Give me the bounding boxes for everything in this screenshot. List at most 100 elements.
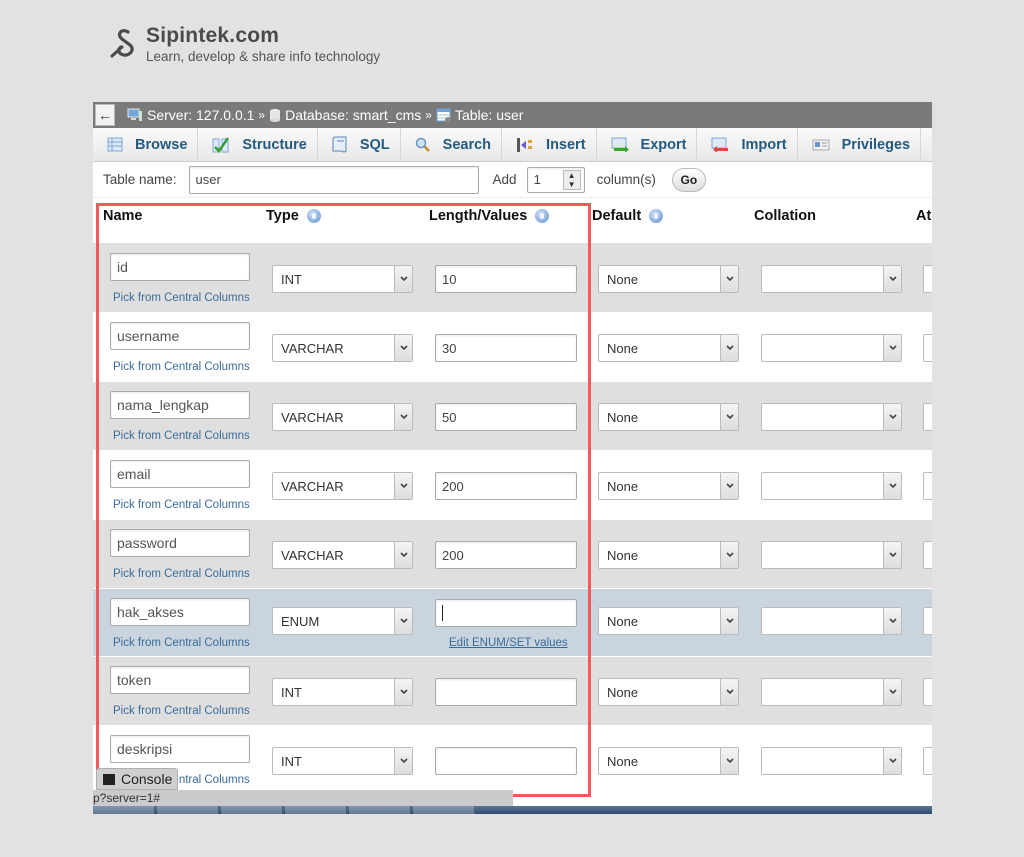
tab-browse[interactable]: Browse — [93, 128, 199, 161]
collation-select[interactable] — [761, 678, 902, 706]
tab-structure[interactable]: Structure — [198, 128, 318, 161]
taskbar-item[interactable] — [221, 806, 283, 814]
default-select[interactable]: None — [598, 541, 739, 569]
add-label: Add — [492, 172, 517, 187]
type-select[interactable]: INT — [272, 265, 413, 293]
collation-select[interactable] — [761, 747, 902, 775]
default-select[interactable]: None — [598, 334, 739, 362]
taskbar-item[interactable] — [285, 806, 347, 814]
pick-central-columns-link[interactable]: Pick from Central Columns — [113, 292, 250, 304]
attributes-select[interactable] — [923, 607, 932, 635]
type-select[interactable]: VARCHAR — [272, 403, 413, 431]
default-select[interactable]: None — [598, 403, 739, 431]
length-value: 200 — [442, 478, 464, 494]
tab-search[interactable]: Search — [401, 128, 503, 161]
collation-select[interactable] — [761, 541, 902, 569]
pick-central-columns-link[interactable]: Pick from Central Columns — [113, 568, 250, 580]
collation-select[interactable] — [761, 472, 902, 500]
type-select[interactable]: INT — [272, 747, 413, 775]
taskbar-item[interactable] — [413, 806, 475, 814]
attributes-select[interactable] — [923, 541, 932, 569]
column-name-input[interactable]: hak_akses — [110, 598, 250, 626]
chevron-down-icon — [720, 679, 738, 705]
privileges-icon — [812, 139, 830, 150]
type-select[interactable]: VARCHAR — [272, 541, 413, 569]
length-values-input[interactable] — [435, 747, 577, 775]
type-value: ENUM — [281, 613, 320, 629]
edit-enum-set-values-link[interactable]: Edit ENUM/SET values — [449, 637, 568, 649]
column-definition-rows: id Pick from Central Columns INT 10 None… — [93, 244, 932, 795]
default-value: None — [607, 271, 639, 287]
help-icon[interactable] — [535, 209, 550, 223]
chevron-down-icon — [720, 266, 738, 292]
attributes-select[interactable] — [923, 334, 932, 362]
attributes-select[interactable] — [923, 265, 932, 293]
attributes-select[interactable] — [923, 747, 932, 775]
default-select[interactable]: None — [598, 607, 739, 635]
type-select[interactable]: VARCHAR — [272, 472, 413, 500]
tab-privileges[interactable]: Privileges — [798, 128, 922, 161]
pick-central-columns-link[interactable]: Pick from Central Columns — [113, 499, 250, 511]
breadcrumb-database[interactable]: Database: smart_cms — [269, 107, 421, 123]
column-name-input[interactable]: username — [110, 322, 250, 350]
column-name-input[interactable]: deskripsi — [110, 735, 250, 763]
tab-insert[interactable]: Insert — [502, 128, 597, 161]
go-button[interactable]: Go — [671, 167, 706, 192]
collation-select[interactable] — [761, 265, 902, 293]
default-select[interactable]: None — [598, 472, 739, 500]
tab-operations[interactable] — [921, 128, 932, 161]
chevron-down-icon — [720, 608, 738, 634]
length-values-input[interactable]: 10 — [435, 265, 577, 293]
table-name-input[interactable]: user — [188, 165, 479, 194]
length-values-input[interactable]: 200 — [435, 472, 577, 500]
insert-icon — [517, 137, 533, 152]
sipintek-logo-icon — [110, 29, 134, 58]
length-values-input[interactable] — [435, 599, 577, 627]
type-select[interactable]: ENUM — [272, 607, 413, 635]
column-name-input[interactable]: nama_lengkap — [110, 391, 250, 419]
chevron-down-icon — [720, 542, 738, 568]
type-select[interactable]: VARCHAR — [272, 334, 413, 362]
default-select[interactable]: None — [598, 265, 739, 293]
default-select[interactable]: None — [598, 678, 739, 706]
length-values-input[interactable]: 50 — [435, 403, 577, 431]
taskbar-item[interactable] — [157, 806, 219, 814]
length-values-input[interactable]: 30 — [435, 334, 577, 362]
pick-central-columns-link[interactable]: Pick from Central Columns — [113, 361, 250, 373]
pick-central-columns-link[interactable]: Pick from Central Columns — [113, 637, 250, 649]
length-values-input[interactable] — [435, 678, 577, 706]
column-name-input[interactable]: password — [110, 529, 250, 557]
breadcrumb-table[interactable]: Table: user — [436, 107, 523, 123]
column-name-input[interactable]: email — [110, 460, 250, 488]
back-button[interactable]: ← — [95, 104, 115, 126]
columns-label: column(s) — [596, 172, 656, 187]
type-select[interactable]: INT — [272, 678, 413, 706]
add-columns-input[interactable]: 1 ▲ ▼ — [526, 166, 585, 193]
column-name-input[interactable]: id — [110, 253, 250, 281]
help-icon[interactable] — [306, 209, 321, 223]
default-select[interactable]: None — [598, 747, 739, 775]
help-icon[interactable] — [649, 209, 664, 223]
taskbar-item[interactable] — [349, 806, 411, 814]
attributes-select[interactable] — [923, 472, 932, 500]
default-value: None — [607, 753, 639, 769]
collation-select[interactable] — [761, 607, 902, 635]
attributes-select[interactable] — [923, 678, 932, 706]
tab-import[interactable]: Import — [697, 128, 798, 161]
pick-central-columns-link[interactable]: Pick from Central Columns — [113, 705, 250, 717]
spinner-arrows-icon[interactable]: ▲ ▼ — [562, 169, 581, 190]
taskbar-item[interactable] — [93, 806, 155, 814]
tab-sql[interactable]: SQL — [318, 128, 401, 161]
console-button[interactable]: Console — [96, 768, 178, 790]
length-values-input[interactable]: 200 — [435, 541, 577, 569]
breadcrumb-server[interactable]: Server: 127.0.0.1 — [127, 107, 254, 123]
tab-label: Insert — [546, 136, 586, 153]
add-columns-value: 1 — [533, 172, 541, 187]
attributes-select[interactable] — [923, 403, 932, 431]
column-name-input[interactable]: token — [110, 666, 250, 694]
collation-select[interactable] — [761, 403, 902, 431]
collation-select[interactable] — [761, 334, 902, 362]
length-value: 10 — [442, 271, 457, 287]
pick-central-columns-link[interactable]: Pick from Central Columns — [113, 430, 250, 442]
tab-export[interactable]: Export — [597, 128, 698, 161]
